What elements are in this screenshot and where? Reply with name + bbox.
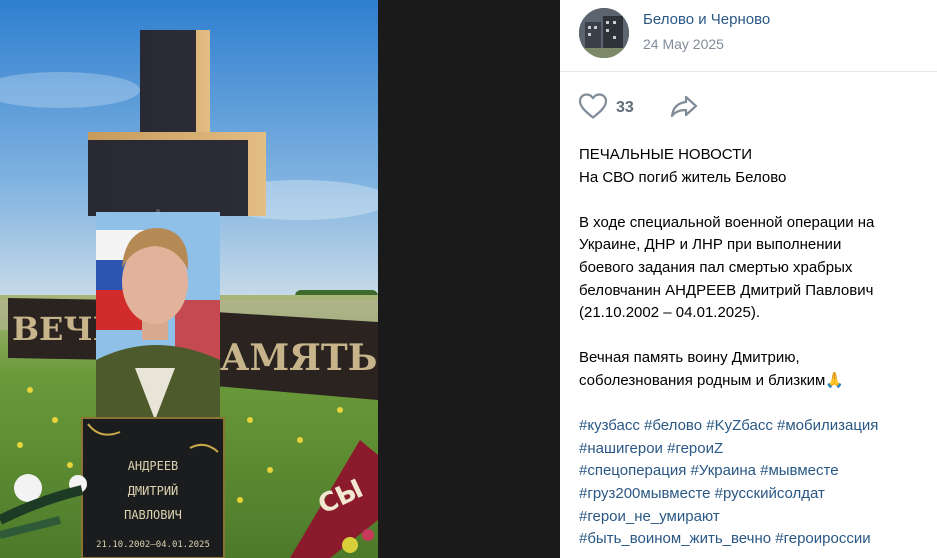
- post-body-line: боевого задания пал смертью храбрых: [579, 258, 853, 276]
- hashtag-line: #кузбасс #белово #KyZбасс #мобилизация: [579, 415, 924, 438]
- post-actions: 33: [560, 88, 937, 128]
- post-text: ПЕЧАЛЬНЫЕ НОВОСТИ На СВО погиб житель Бе…: [579, 144, 924, 551]
- hashtag-line: #быть_воином_жить_вечно #героироссии: [579, 528, 924, 551]
- hashtag-line: #герои_не_умирают: [579, 506, 924, 529]
- post-body-line: беловчанин АНДРЕЕВ Дмитрий Павлович: [579, 281, 874, 299]
- post-date[interactable]: 24 May 2025: [643, 36, 724, 52]
- hashtag-link[interactable]: #героироссии: [775, 530, 870, 547]
- hashtag-link[interactable]: #Украина: [691, 462, 756, 479]
- memorial-photo[interactable]: ВЕЧНА АМЯТЬ АНДРЕЕВ ДМИТРИЙ ПАВЛОВИЧ 21.…: [0, 0, 378, 558]
- hashtag-link[interactable]: #нашигерои: [579, 440, 663, 457]
- share-arrow-icon: [669, 94, 699, 123]
- plaque-surname: АНДРЕЕВ: [128, 459, 179, 473]
- post-title-line: ПЕЧАЛЬНЫЕ НОВОСТИ: [579, 146, 753, 163]
- hashtag-link[interactable]: #KyZбасс: [706, 417, 773, 434]
- hashtag-link[interactable]: #мобилизация: [777, 417, 878, 434]
- plaque-dates: 21.10.2002–04.01.2025: [96, 540, 210, 550]
- group-name-link[interactable]: Белово и Черново: [643, 11, 770, 28]
- plaque-name: ДМИТРИЙ: [128, 483, 179, 498]
- hashtag-link[interactable]: #героиZ: [667, 440, 723, 457]
- hashtag-link[interactable]: #герои_не_умирают: [579, 508, 720, 525]
- hashtag-link[interactable]: #спецоперация: [579, 462, 686, 479]
- group-avatar[interactable]: [579, 8, 629, 58]
- hashtag-link[interactable]: #русскийсолдат: [715, 485, 825, 502]
- hashtag-line: #нашигерои #героиZ: [579, 438, 924, 461]
- hashtag-line: #груз200мывместе #русскийсолдат: [579, 483, 924, 506]
- plaque-patronymic: ПАВЛОВИЧ: [124, 508, 182, 522]
- post-subtitle-line: На СВО погиб житель Белово: [579, 168, 787, 186]
- post-header: Белово и Черново 24 May 2025: [560, 0, 937, 72]
- hashtag-link[interactable]: #белово: [644, 417, 702, 434]
- hashtag-line: #спецоперация #Украина #мывместе: [579, 460, 924, 483]
- media-viewer: ВЕЧНА АМЯТЬ АНДРЕЕВ ДМИТРИЙ ПАВЛОВИЧ 21.…: [0, 0, 560, 558]
- hashtag-link[interactable]: #мывместе: [760, 462, 838, 479]
- post-body-line: Украине, ДНР и ЛНР при выполнении: [579, 236, 842, 254]
- post-closing-line: соболезнования родным и близким🙏: [579, 371, 845, 389]
- share-button[interactable]: [668, 94, 700, 122]
- post-body-line: (21.10.2002 – 04.01.2025).: [579, 304, 760, 322]
- hashtag-link[interactable]: #груз200мывместе: [579, 485, 710, 502]
- hashtag-link[interactable]: #кузбасс: [579, 417, 640, 434]
- post-panel: Белово и Черново 24 May 2025 33 ПЕЧАЛЬНЫ…: [560, 0, 937, 558]
- post-closing-line: Вечная память воину Дмитрию,: [579, 349, 800, 367]
- post-body-line: В ходе специальной военной операции на: [579, 213, 875, 231]
- like-count: 33: [616, 99, 634, 116]
- banner-right-text: АМЯТЬ: [220, 337, 377, 379]
- heart-icon: [578, 92, 608, 125]
- like-button[interactable]: 33: [578, 92, 634, 125]
- hashtag-link[interactable]: #быть_воином_жить_вечно: [579, 530, 771, 547]
